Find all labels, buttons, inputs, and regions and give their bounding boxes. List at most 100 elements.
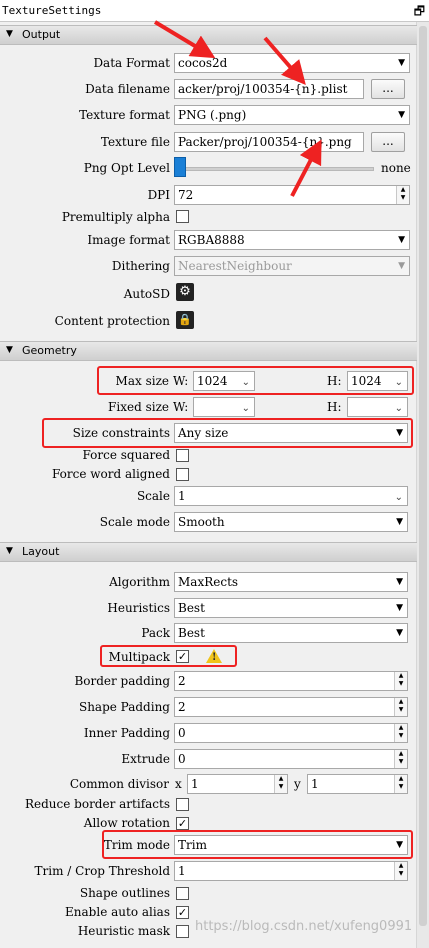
scale-value: 1	[178, 489, 186, 503]
data-format-select[interactable]: cocos2d ▼	[174, 53, 410, 73]
inner-padding-value: 0	[178, 726, 186, 740]
texture-format-select[interactable]: PNG (.png) ▼	[174, 105, 410, 125]
fixed-size-h-label: H:	[327, 400, 342, 414]
section-layout[interactable]: ▼ Layout	[0, 542, 417, 562]
pack-value: Best	[178, 626, 205, 640]
trim-threshold-spinbox[interactable]: 1 ▲ ▼	[174, 861, 408, 881]
common-divisor-x-value: 1	[191, 777, 199, 791]
texture-file-value: Packer/proj/100354-{n}.png	[178, 135, 352, 149]
shape-padding-label: Shape Padding	[78, 700, 170, 714]
chevron-down-icon: ▼	[398, 261, 405, 271]
reduce-border-artifacts-checkbox[interactable]	[176, 798, 189, 811]
png-opt-level-slider-track[interactable]	[178, 167, 374, 171]
dpi-value: 72	[178, 188, 194, 202]
lock-icon[interactable]: 🔒	[176, 311, 194, 329]
premultiply-alpha-checkbox[interactable]	[176, 210, 189, 223]
texture-format-value: PNG (.png)	[178, 108, 247, 122]
spin-arrows-icon[interactable]: ▲ ▼	[394, 775, 407, 793]
content-protection-label: Content protection	[54, 314, 170, 328]
heuristic-mask-checkbox[interactable]	[176, 925, 189, 938]
scrollbar-thumb[interactable]	[419, 26, 427, 926]
algorithm-value: MaxRects	[178, 575, 239, 589]
enable-auto-alias-label: Enable auto alias	[65, 905, 170, 919]
dithering-label: Dithering	[111, 259, 170, 273]
annotation-box-size-constraints	[42, 418, 413, 448]
pin-icon[interactable]: 🗗	[414, 2, 425, 23]
collapse-arrow-icon[interactable]: ▼	[6, 29, 13, 39]
png-opt-level-slider-handle[interactable]	[174, 157, 186, 177]
chevron-down-icon: ▼	[398, 235, 405, 245]
annotation-box-trim-mode	[102, 830, 413, 859]
dpi-spinbox[interactable]: 72 ▲ ▼	[174, 185, 410, 205]
section-geometry[interactable]: ▼ Geometry	[0, 341, 417, 361]
scale-mode-select[interactable]: Smooth ▼	[174, 512, 408, 532]
inner-padding-spinbox[interactable]: 0 ▲ ▼	[174, 723, 408, 743]
algorithm-select[interactable]: MaxRects ▼	[174, 572, 408, 592]
algorithm-label: Algorithm	[109, 575, 170, 589]
common-divisor-y-spinbox[interactable]: 1 ▲ ▼	[307, 774, 408, 794]
section-output[interactable]: ▼ Output	[0, 25, 417, 45]
texture-file-browse-button[interactable]: ...	[371, 132, 405, 152]
data-filename-input[interactable]: acker/proj/100354-{n}.plist	[174, 79, 364, 99]
section-geometry-title: Geometry	[22, 344, 77, 357]
force-squared-checkbox[interactable]	[176, 449, 189, 462]
gear-icon[interactable]: ⚙	[176, 283, 194, 301]
panel-title: TextureSettings	[2, 4, 102, 17]
trim-threshold-label: Trim / Crop Threshold	[34, 864, 170, 878]
spin-arrows-icon[interactable]: ▲ ▼	[394, 750, 407, 768]
chevron-down-icon: ⌄	[394, 492, 403, 503]
image-format-value: RGBA8888	[178, 233, 245, 247]
force-word-aligned-label: Force word aligned	[51, 467, 170, 481]
fixed-size-label: Fixed size	[108, 400, 169, 414]
fixed-size-w-select[interactable]: ⌄	[193, 397, 255, 417]
panel-titlebar: TextureSettings 🗗	[0, 0, 429, 22]
png-opt-level-label: Png Opt Level	[83, 161, 170, 175]
spin-arrows-icon[interactable]: ▲ ▼	[394, 698, 407, 716]
vertical-scrollbar[interactable]	[416, 22, 429, 948]
shape-padding-spinbox[interactable]: 2 ▲ ▼	[174, 697, 408, 717]
common-divisor-y-value: 1	[311, 777, 319, 791]
pack-select[interactable]: Best ▼	[174, 623, 408, 643]
image-format-select[interactable]: RGBA8888 ▼	[174, 230, 410, 250]
dpi-label: DPI	[147, 188, 170, 202]
inner-padding-label: Inner Padding	[83, 726, 170, 740]
force-word-aligned-checkbox[interactable]	[176, 468, 189, 481]
shape-outlines-checkbox[interactable]	[176, 887, 189, 900]
annotation-box-multipack	[100, 645, 237, 667]
spin-arrows-icon[interactable]: ▲ ▼	[274, 775, 287, 793]
heuristic-mask-label: Heuristic mask	[77, 924, 170, 938]
chevron-down-icon: ▼	[396, 603, 403, 613]
fixed-size-h-select[interactable]: ⌄	[347, 397, 408, 417]
enable-auto-alias-checkbox[interactable]: ✓	[176, 906, 189, 919]
heuristics-label: Heuristics	[107, 601, 170, 615]
extrude-label: Extrude	[121, 752, 170, 766]
spin-arrows-icon[interactable]: ▲ ▼	[394, 862, 407, 880]
data-format-value: cocos2d	[178, 56, 228, 70]
spin-arrows-icon[interactable]: ▲ ▼	[394, 724, 407, 742]
shape-outlines-label: Shape outlines	[79, 886, 170, 900]
collapse-arrow-icon[interactable]: ▼	[6, 546, 13, 556]
image-format-label: Image format	[87, 233, 170, 247]
chevron-down-icon: ⌄	[394, 403, 403, 414]
chevron-down-icon: ▼	[396, 577, 403, 587]
common-divisor-x-spinbox[interactable]: 1 ▲ ▼	[187, 774, 288, 794]
section-output-title: Output	[22, 28, 61, 41]
common-divisor-label: Common divisor	[69, 777, 169, 791]
allow-rotation-checkbox[interactable]: ✓	[176, 817, 189, 830]
collapse-arrow-icon[interactable]: ▼	[6, 345, 13, 355]
dithering-value: NearestNeighbour	[178, 259, 292, 273]
scale-select[interactable]: 1 ⌄	[174, 486, 408, 506]
heuristics-select[interactable]: Best ▼	[174, 598, 408, 618]
spin-arrows-icon[interactable]: ▲ ▼	[394, 672, 407, 690]
watermark-text: https://blog.csdn.net/xufeng0991	[195, 919, 413, 934]
border-padding-spinbox[interactable]: 2 ▲ ▼	[174, 671, 408, 691]
autosd-label: AutoSD	[123, 287, 170, 301]
force-squared-label: Force squared	[82, 448, 170, 462]
texture-file-label: Texture file	[100, 135, 170, 149]
data-filename-browse-button[interactable]: ...	[371, 79, 405, 99]
texture-file-input[interactable]: Packer/proj/100354-{n}.png	[174, 132, 364, 152]
spin-arrows-icon[interactable]: ▲ ▼	[396, 186, 409, 204]
png-opt-level-value: none	[381, 161, 411, 175]
extrude-spinbox[interactable]: 0 ▲ ▼	[174, 749, 408, 769]
data-format-label: Data Format	[93, 56, 170, 70]
